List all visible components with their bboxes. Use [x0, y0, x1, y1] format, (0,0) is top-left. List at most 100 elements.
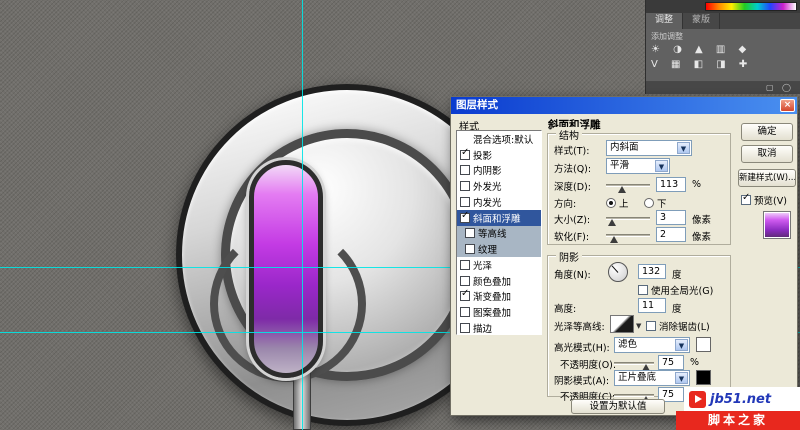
- style-row-label: 斜面和浮雕: [473, 211, 521, 225]
- checkbox-icon[interactable]: [465, 244, 475, 254]
- checkbox-icon[interactable]: [460, 165, 470, 175]
- bevel-style-select[interactable]: 内斜面 ▼: [606, 140, 692, 156]
- angle-unit: 度: [672, 267, 682, 281]
- dialog-title: 图层样式: [456, 99, 498, 111]
- bevel-style-value: 内斜面: [610, 142, 639, 153]
- radio-icon[interactable]: [606, 198, 616, 208]
- highlight-opacity-input[interactable]: 75: [658, 355, 684, 370]
- global-light-label: 使用全局光(G): [651, 286, 713, 297]
- altitude-label: 高度:: [554, 301, 576, 315]
- radio-icon[interactable]: [644, 198, 654, 208]
- style-row-label: 描边: [473, 321, 492, 335]
- highlight-color-swatch[interactable]: [696, 337, 711, 352]
- style-row-gradient-overlay[interactable]: 渐变叠加: [457, 289, 541, 305]
- style-row-drop-shadow[interactable]: 投影: [457, 147, 541, 163]
- checkbox-icon[interactable]: [460, 276, 470, 286]
- style-row-satin[interactable]: 光泽: [457, 257, 541, 273]
- watermark-name-text: 脚本之家: [676, 411, 800, 430]
- soften-slider[interactable]: [606, 234, 650, 237]
- checkbox-icon[interactable]: [460, 181, 470, 191]
- altitude-input[interactable]: 11: [638, 298, 666, 313]
- style-row-label: 内发光: [473, 195, 502, 209]
- checkbox-icon[interactable]: [460, 150, 470, 160]
- ok-button[interactable]: 确定: [741, 123, 793, 141]
- direction-up-label: 上: [619, 199, 629, 210]
- soften-label: 软化(F):: [554, 229, 589, 243]
- highlight-opacity-slider[interactable]: [614, 362, 654, 365]
- structure-group-label: 结构: [556, 127, 582, 142]
- tab-masks[interactable]: 蒙版: [683, 13, 720, 29]
- set-default-button[interactable]: 设置为默认值: [571, 399, 665, 414]
- slider-thumb-icon[interactable]: [608, 219, 616, 226]
- style-row-inner-glow[interactable]: 内发光: [457, 194, 541, 210]
- style-row-stroke[interactable]: 描边: [457, 320, 541, 335]
- direction-up-radio[interactable]: 上: [606, 196, 629, 210]
- style-row-label: 颜色叠加: [473, 274, 511, 288]
- shadow-mode-label: 阴影模式(A):: [554, 373, 609, 387]
- shadow-mode-value: 正片叠底: [618, 372, 656, 383]
- style-row-label: 纹理: [478, 242, 497, 256]
- chevron-down-icon[interactable]: ▼: [675, 372, 688, 384]
- dialog-titlebar[interactable]: 图层样式 ×: [451, 97, 797, 114]
- chevron-down-icon[interactable]: ▼: [675, 339, 688, 351]
- slider-thumb-icon[interactable]: [610, 236, 618, 243]
- checkbox-icon[interactable]: [460, 323, 470, 333]
- tab-adjustments[interactable]: 调整: [646, 13, 683, 29]
- depth-slider[interactable]: [606, 184, 650, 187]
- shadow-color-swatch[interactable]: [696, 370, 711, 385]
- gloss-contour-thumbnail[interactable]: [610, 315, 634, 333]
- close-icon[interactable]: ×: [780, 99, 795, 112]
- style-row-label: 混合选项:默认: [473, 132, 533, 146]
- watermark-site-text: jb51.net: [710, 392, 771, 407]
- shadow-opacity-slider[interactable]: [614, 394, 654, 397]
- checkbox-icon[interactable]: [460, 197, 470, 207]
- depth-input[interactable]: 113: [656, 177, 686, 192]
- checkbox-icon[interactable]: [460, 213, 470, 223]
- angle-needle-icon: [612, 265, 619, 272]
- soften-input[interactable]: 2: [656, 227, 686, 242]
- structure-group: 结构 样式(T): 内斜面 ▼ 方法(Q): 平滑 ▼ 深度(D): 113 %…: [547, 133, 731, 245]
- checkbox-icon[interactable]: [465, 228, 475, 238]
- checkbox-icon[interactable]: [460, 260, 470, 270]
- highlight-opacity-unit: %: [690, 357, 699, 368]
- style-row-bevel-emboss[interactable]: 斜面和浮雕: [457, 210, 541, 226]
- highlight-opacity-label: 不透明度(O):: [560, 357, 616, 371]
- global-light-checkbox[interactable]: 使用全局光(G): [638, 283, 713, 297]
- new-style-button[interactable]: 新建样式(W)...: [738, 169, 796, 187]
- depth-label: 深度(D):: [554, 179, 591, 193]
- checkbox-icon[interactable]: [638, 285, 648, 295]
- cancel-button[interactable]: 取消: [741, 145, 793, 163]
- jb51-logo-icon: [689, 391, 706, 408]
- direction-down-radio[interactable]: 下: [644, 196, 667, 210]
- preview-checkbox[interactable]: 预览(V): [741, 193, 787, 207]
- adjustment-icons-row1[interactable]: ☀ ◑ ▲ ▥ ◆: [646, 42, 800, 57]
- technique-select[interactable]: 平滑 ▼: [606, 158, 670, 174]
- chevron-down-icon[interactable]: ▼: [677, 142, 690, 154]
- style-row-contour[interactable]: 等高线: [457, 226, 541, 242]
- chevron-down-icon[interactable]: ▼: [636, 322, 641, 330]
- size-input[interactable]: 3: [656, 210, 686, 225]
- adjustment-icons-row2[interactable]: V ▦ ◧ ◨ ✚: [646, 57, 800, 72]
- gradient-preset-icon[interactable]: [705, 2, 797, 11]
- style-row-label: 图案叠加: [473, 305, 511, 319]
- style-row-outer-glow[interactable]: 外发光: [457, 178, 541, 194]
- panel-bottom-icons[interactable]: ▢ ◯: [646, 81, 800, 94]
- style-row-texture[interactable]: 纹理: [457, 241, 541, 257]
- angle-dial[interactable]: [608, 262, 628, 282]
- shadow-mode-select[interactable]: 正片叠底 ▼: [614, 370, 690, 386]
- style-row-color-overlay[interactable]: 颜色叠加: [457, 273, 541, 289]
- checkbox-icon[interactable]: [741, 195, 751, 205]
- style-row-pattern-overlay[interactable]: 图案叠加: [457, 304, 541, 320]
- antialias-checkbox[interactable]: 消除锯齿(L): [646, 319, 710, 333]
- angle-input[interactable]: 132: [638, 264, 666, 279]
- highlight-mode-select[interactable]: 滤色 ▼: [614, 337, 690, 353]
- checkbox-icon[interactable]: [646, 321, 656, 331]
- style-row-inner-shadow[interactable]: 内阴影: [457, 163, 541, 179]
- style-row-label: 外发光: [473, 179, 502, 193]
- checkbox-icon[interactable]: [460, 307, 470, 317]
- slider-thumb-icon[interactable]: [618, 186, 626, 193]
- style-row-blending-options[interactable]: 混合选项:默认: [457, 131, 541, 147]
- checkbox-icon[interactable]: [460, 291, 470, 301]
- size-slider[interactable]: [606, 217, 650, 220]
- chevron-down-icon[interactable]: ▼: [655, 160, 668, 172]
